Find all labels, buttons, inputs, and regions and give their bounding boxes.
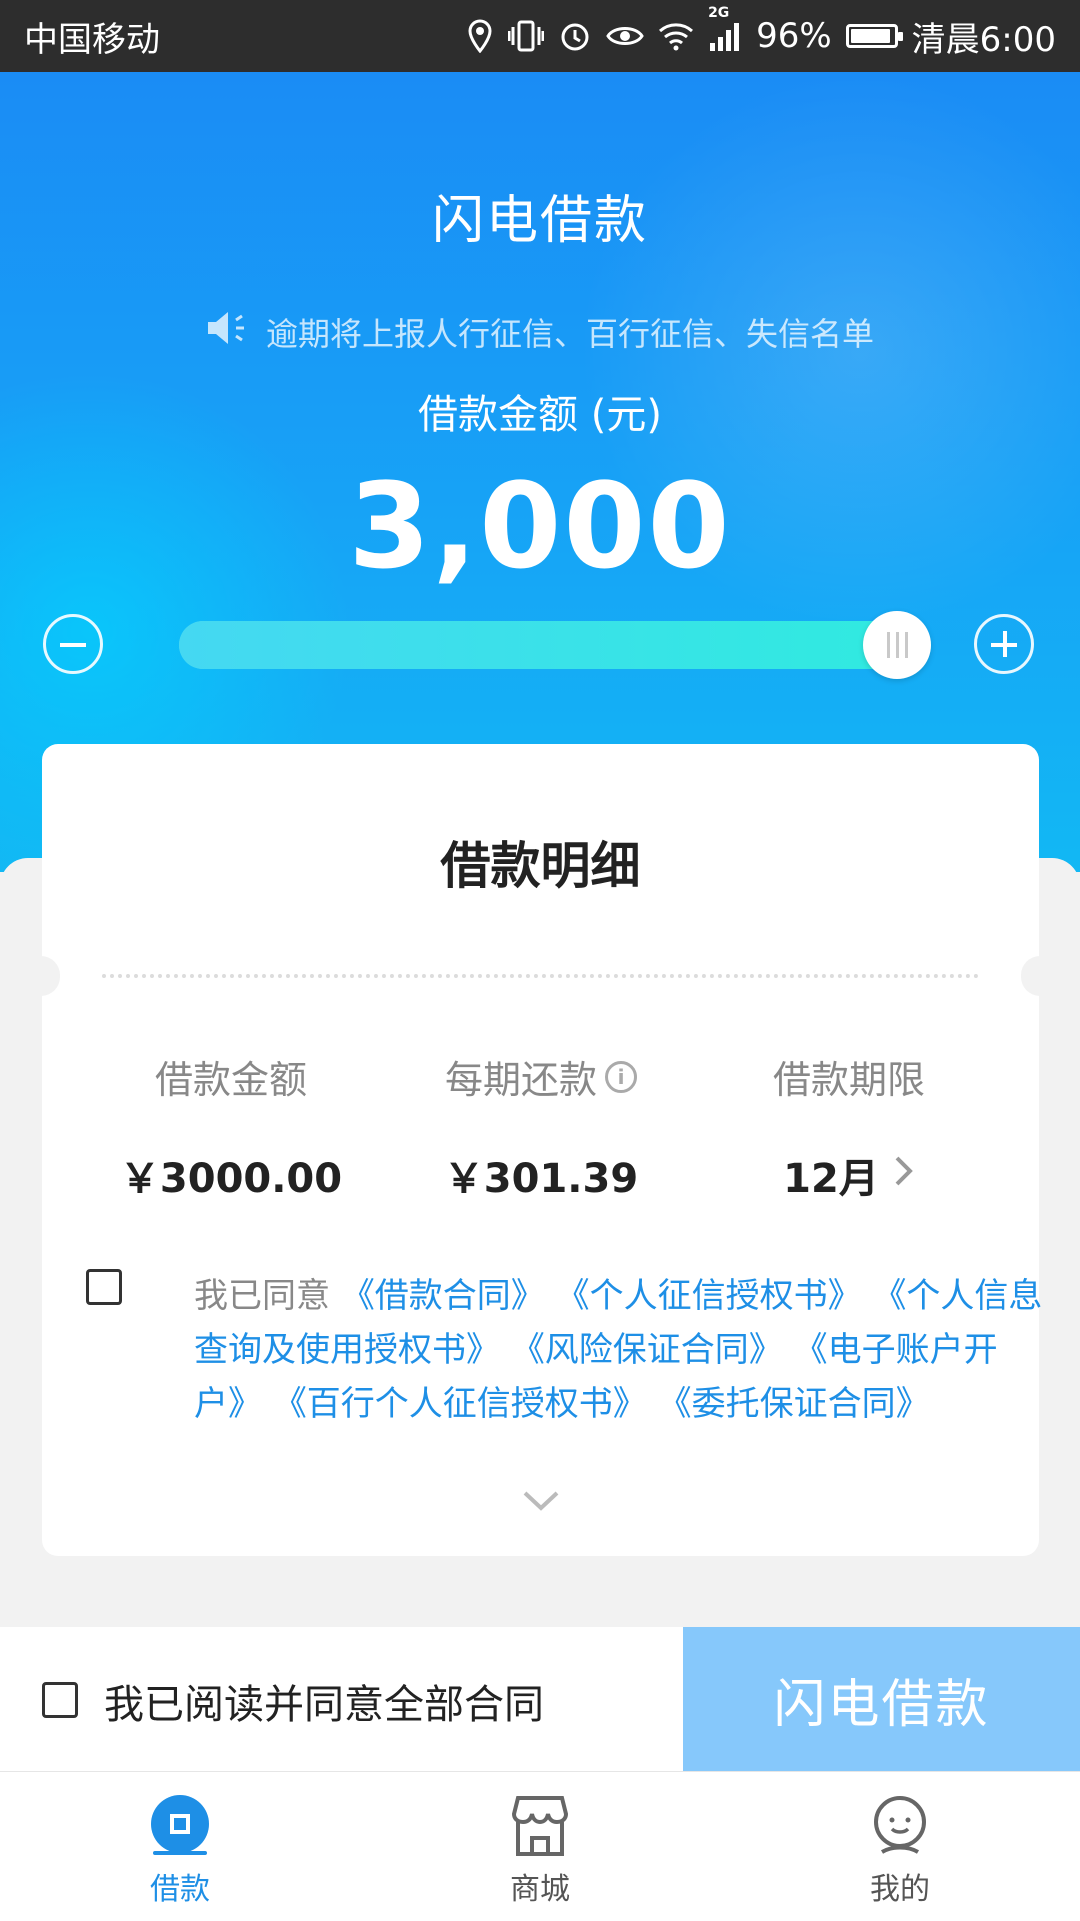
battery-percent: 96% [756, 16, 832, 56]
loan-amount-label: 借款金额 [154, 1058, 307, 1102]
contract-link-loan[interactable]: 《借款合同》 [341, 1276, 545, 1316]
dotted-divider [102, 974, 979, 978]
alarm-icon [558, 19, 592, 53]
wifi-icon [658, 21, 694, 51]
location-icon [466, 19, 494, 53]
slider-fill [179, 621, 897, 669]
read-all-checkbox[interactable] [42, 1682, 78, 1718]
tab-label: 商城 [510, 1872, 570, 1907]
network-badge: 2G [708, 5, 730, 21]
slider-handle[interactable] [863, 611, 931, 679]
signal-icon: 2G [708, 5, 742, 51]
amount-label: 借款金额 (元) [418, 392, 662, 438]
tab-profile[interactable]: 我的 [800, 1772, 1000, 1921]
loan-detail-card: 借款明细 借款金额 ￥3000.00 每期还款 i ￥301.39 借款期限 1… [22, 744, 1059, 1556]
status-icons: 2G 96% 清晨6:00 [466, 5, 1056, 61]
tab-shop[interactable]: 商城 [440, 1772, 640, 1921]
contract-link-guarantee[interactable]: 《委托保证合同》 [658, 1384, 930, 1424]
tab-label: 借款 [150, 1872, 210, 1907]
read-all-label[interactable]: 我已阅读并同意全部合同 [104, 1672, 544, 1730]
installment-label: 每期还款 [444, 1058, 597, 1102]
amount-slider[interactable] [179, 611, 931, 679]
term-value: 12月 [783, 1156, 879, 1202]
tab-bar: 借款 商城 我的 [0, 1771, 1080, 1921]
notice-text: 逾期将上报人行征信、百行征信、失信名单 [265, 315, 874, 353]
amount-value: 3,000 [348, 457, 732, 595]
detail-columns: 借款金额 ￥3000.00 每期还款 i ￥301.39 借款期限 12月 [42, 1049, 1039, 1202]
loan-icon [80, 1794, 280, 1856]
page-title: 闪电借款 [431, 191, 648, 251]
chevron-right-icon[interactable] [893, 1152, 915, 1198]
term-label: 借款期限 [772, 1058, 925, 1102]
shop-icon [440, 1794, 640, 1858]
card-title: 借款明细 [440, 837, 641, 895]
chevron-down-icon[interactable] [522, 1489, 560, 1517]
tab-label: 我的 [870, 1872, 930, 1907]
carrier-name: 中国移动 [24, 19, 160, 60]
bottom-action-bar: 我已阅读并同意全部合同 闪电借款 [0, 1627, 1080, 1771]
contract-link-baihang[interactable]: 《百行个人征信授权书》 [273, 1384, 647, 1424]
contract-agreement-text: 我已同意 《借款合同》 《个人征信授权书》 《个人信息查询及使用授权书》 《风险… [194, 1276, 1043, 1424]
battery-icon [845, 24, 903, 48]
installment-value: ￥301.39 [443, 1156, 639, 1202]
increase-amount-button[interactable] [974, 614, 1034, 674]
contract-link-risk[interactable]: 《风险保证合同》 [511, 1330, 783, 1370]
profile-icon [800, 1794, 1000, 1858]
eye-icon [606, 23, 644, 49]
installment-column: 每期还款 i ￥301.39 [391, 1049, 691, 1204]
loan-amount-column: 借款金额 ￥3000.00 [81, 1049, 381, 1204]
loan-amount-value: ￥3000.00 [119, 1156, 343, 1202]
vibrate-icon [508, 19, 545, 53]
overdue-notice: 逾期将上报人行征信、百行征信、失信名单 [0, 309, 1080, 355]
status-bar: 中国移动 2G 96% 清晨6:00 [0, 0, 1080, 72]
borrow-button[interactable]: 闪电借款 [683, 1627, 1080, 1771]
tab-loan[interactable]: 借款 [80, 1772, 280, 1921]
contract-agree-checkbox[interactable] [86, 1269, 122, 1305]
info-icon[interactable]: i [605, 1060, 637, 1093]
contract-link-credit-auth[interactable]: 《个人征信授权书》 [556, 1276, 862, 1316]
speaker-icon [206, 309, 252, 355]
minus-icon [60, 643, 86, 647]
decrease-amount-button[interactable] [43, 614, 103, 674]
term-column[interactable]: 借款期限 12月 [699, 1049, 999, 1204]
status-time: 清晨6:00 [911, 19, 1056, 60]
